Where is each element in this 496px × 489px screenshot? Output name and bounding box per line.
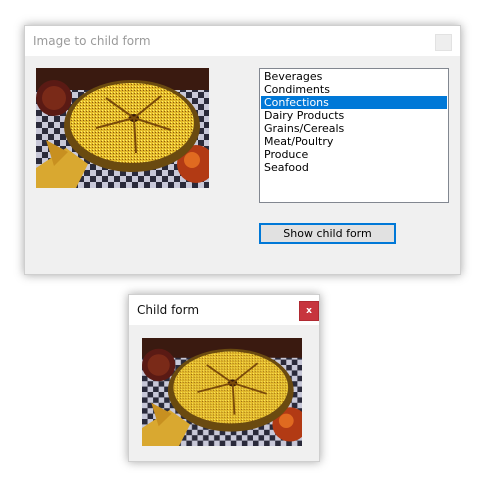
list-item[interactable]: Meat/Poultry: [261, 135, 447, 148]
list-item[interactable]: Dairy Products: [261, 109, 447, 122]
main-window-title: Image to child form: [33, 34, 151, 48]
child-close-button[interactable]: x: [299, 301, 319, 321]
pie-photo-icon: [36, 68, 209, 188]
list-item[interactable]: Condiments: [261, 83, 447, 96]
child-window: Child form x: [128, 294, 320, 462]
main-window: Image to child form Beverages Condiments…: [24, 25, 461, 275]
list-item[interactable]: Seafood: [261, 161, 447, 174]
list-item[interactable]: Produce: [261, 148, 447, 161]
pie-photo-icon: [142, 338, 302, 446]
list-item[interactable]: Beverages: [261, 70, 447, 83]
show-child-form-button[interactable]: Show child form: [259, 223, 396, 244]
child-title-bar[interactable]: Child form x: [129, 295, 319, 325]
category-listbox[interactable]: Beverages Condiments Confections Dairy P…: [259, 68, 449, 203]
main-title-bar[interactable]: Image to child form: [25, 26, 460, 56]
main-close-button[interactable]: [435, 34, 452, 51]
list-item-selected[interactable]: Confections: [261, 96, 447, 109]
list-item[interactable]: Grains/Cereals: [261, 122, 447, 135]
child-window-title: Child form: [137, 303, 200, 317]
